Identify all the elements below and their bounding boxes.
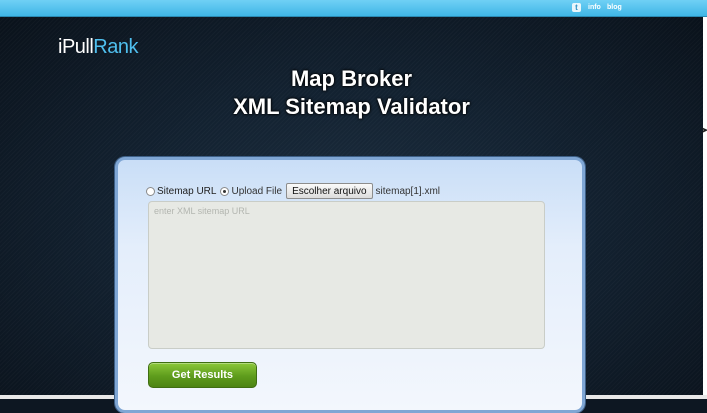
page-subtitle: XML Sitemap Validator bbox=[233, 94, 470, 119]
window-edge bbox=[703, 17, 707, 399]
logo-text-rank: Rank bbox=[93, 36, 138, 58]
selected-file-name: sitemap[1].xml bbox=[375, 185, 441, 197]
upload-file-radio[interactable] bbox=[220, 186, 230, 196]
get-results-button[interactable]: Get Results bbox=[148, 362, 257, 388]
mouse-cursor-icon: ➤ bbox=[701, 125, 707, 135]
sitemap-url-input[interactable] bbox=[148, 201, 545, 349]
info-link[interactable]: info bbox=[588, 3, 601, 13]
sitemap-url-label[interactable]: Sitemap URL bbox=[157, 186, 216, 197]
choose-file-button[interactable]: Escolher arquivo bbox=[286, 183, 373, 199]
logo[interactable]: iPullRank bbox=[58, 36, 138, 59]
upload-file-label[interactable]: Upload File bbox=[231, 186, 282, 197]
logo-text-ipull: iPull bbox=[58, 36, 94, 58]
page-title: Map Broker bbox=[290, 66, 413, 91]
input-type-options: Sitemap URL Upload File Escolher arquivo… bbox=[146, 183, 440, 199]
twitter-icon[interactable]: t bbox=[572, 3, 581, 12]
top-bar: t info blog bbox=[0, 0, 707, 17]
sitemap-url-radio[interactable] bbox=[146, 186, 155, 196]
blog-link[interactable]: blog bbox=[607, 3, 622, 13]
